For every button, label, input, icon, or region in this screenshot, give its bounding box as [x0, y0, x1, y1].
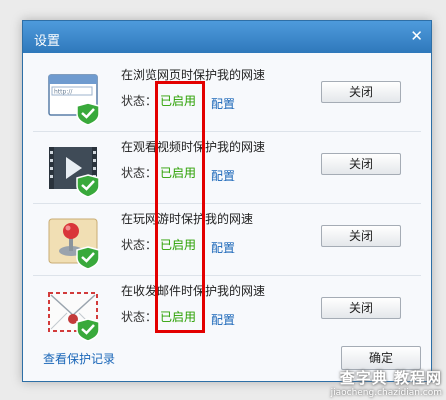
- config-link[interactable]: 配置: [211, 95, 235, 112]
- status-label: 状态：: [121, 94, 158, 108]
- status-label: 状态：: [121, 238, 158, 252]
- config-link[interactable]: 配置: [211, 311, 235, 328]
- disable-button[interactable]: 关闭: [321, 297, 401, 319]
- protection-row-browsing: http:// 在浏览网页时保护我的网速 状态： 已启用 配置 关闭: [33, 59, 421, 132]
- watermark: 查字典 教程网 jiaocheng.chazidian.com: [331, 367, 442, 398]
- status-label: 状态：: [121, 310, 158, 324]
- url-text: http://: [54, 89, 73, 96]
- protection-row-gaming: 在玩网游时保护我的网速 状态： 已启用 配置 关闭: [33, 203, 421, 276]
- mail-shield-icon: [48, 292, 100, 341]
- browser-shield-icon: http://: [48, 74, 100, 125]
- config-link[interactable]: 配置: [211, 167, 235, 184]
- close-icon[interactable]: ✕: [410, 27, 423, 45]
- status-label: 状态：: [121, 166, 158, 180]
- game-shield-icon: [48, 218, 100, 269]
- disable-button[interactable]: 关闭: [321, 225, 401, 247]
- view-protection-history-link[interactable]: 查看保护记录: [43, 350, 115, 367]
- video-shield-icon: [49, 147, 100, 197]
- protection-row-video: 在观看视频时保护我的网速 状态： 已启用 配置 关闭: [33, 131, 421, 204]
- settings-dialog: 设置 ✕ http:// 在浏览网页时保护我的网速 状态： 已启用 配置 关闭: [22, 20, 432, 382]
- title-bar: 设置 ✕: [23, 21, 431, 53]
- watermark-main: 查字典 教程网: [339, 369, 442, 387]
- config-link[interactable]: 配置: [211, 239, 235, 256]
- protection-row-mail: 在收发邮件时保护我的网速 状态： 已启用 配置 关闭: [33, 275, 421, 347]
- dialog-title: 设置: [34, 34, 61, 49]
- watermark-url: jiaocheng.chazidian.com: [330, 388, 442, 398]
- disable-button[interactable]: 关闭: [321, 153, 401, 175]
- highlight-annotation: [155, 81, 205, 333]
- disable-button[interactable]: 关闭: [321, 81, 401, 103]
